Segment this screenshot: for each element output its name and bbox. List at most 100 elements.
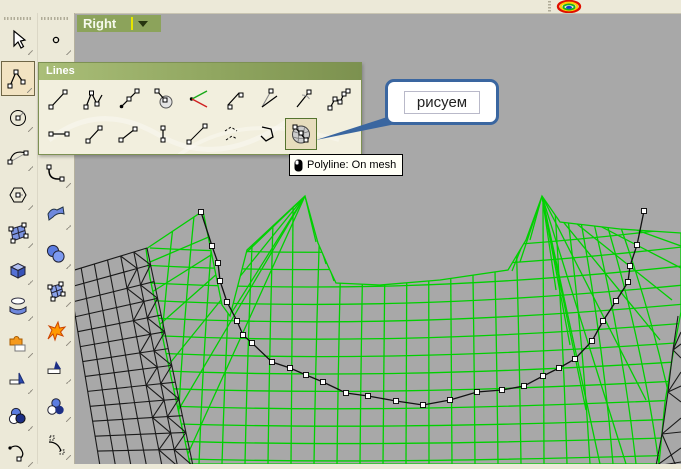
tool-button-circles-layers[interactable] — [1, 398, 35, 433]
lines-tool-line-diag-a[interactable] — [78, 118, 110, 150]
viewport-tab-label: Right — [83, 16, 117, 31]
tool-button-fillet-corner[interactable] — [39, 155, 73, 190]
tool-button-puzzle-plugin[interactable] — [1, 325, 35, 360]
lines-tool-line-angle-arc[interactable] — [288, 83, 320, 115]
surface-blend-icon — [47, 205, 65, 221]
chevron-down-icon[interactable] — [138, 20, 148, 27]
tool-button-polygon-hex[interactable] — [1, 177, 35, 212]
flyout-mark — [28, 316, 33, 321]
tool-button-surface-grid[interactable] — [1, 215, 35, 250]
lines-tool-line-2pt[interactable] — [43, 83, 75, 115]
line-midpoint-icon — [119, 88, 140, 109]
polyline-multi-icon — [327, 88, 351, 111]
flyout-mark — [28, 389, 33, 394]
tooltip-polyline-on-mesh: Polyline: On mesh — [289, 154, 404, 176]
lines-tool-polyline-multi[interactable] — [323, 83, 355, 115]
analysis-rainbow-icon[interactable] — [553, 0, 586, 14]
tool-button-select-arrow[interactable] — [1, 22, 35, 57]
lines-tool-line-sphere[interactable] — [148, 83, 180, 115]
surface-grid-icon — [8, 222, 29, 243]
flyout-mark — [28, 50, 33, 55]
tool-button-point-tool[interactable] — [39, 22, 73, 57]
tooltip-text: Polyline: On mesh — [307, 159, 397, 171]
tool-button-arc-rebuild[interactable] — [39, 427, 73, 462]
flyout-mark — [27, 88, 32, 93]
tab-separator — [131, 17, 133, 30]
lines-tool-line-diag-long[interactable] — [181, 118, 213, 150]
callout-bubble: рисуем — [385, 79, 499, 125]
circle-center-icon — [10, 109, 26, 126]
line-angle-fan-icon — [261, 88, 278, 108]
circles-overlap-icon — [47, 397, 64, 415]
cylinder-surface-icon — [9, 297, 27, 315]
lines-tool-line-diag-b[interactable] — [112, 118, 144, 150]
line-angle-arc-icon — [296, 89, 312, 108]
tool-button-polyline-draw[interactable] — [1, 61, 35, 96]
flyout-mark — [28, 205, 33, 210]
circles-layers-icon — [8, 407, 26, 424]
lines-tool-polygon-open[interactable] — [250, 118, 282, 150]
arc-rebuild-icon — [48, 435, 65, 454]
toolbar-grip[interactable] — [548, 1, 551, 12]
flyout-mark — [28, 127, 33, 132]
toolbar-grip[interactable] — [41, 17, 69, 20]
lines-toolbar-palette[interactable]: Lines — [38, 62, 362, 155]
puzzle-plugin-icon — [9, 335, 26, 351]
lines-tool-polyline-angle[interactable] — [78, 83, 110, 115]
lines-tool-line-bisector[interactable] — [183, 83, 215, 115]
tool-button-surface-skew[interactable] — [39, 274, 73, 309]
top-toolbar-strip — [0, 0, 681, 14]
line-diag-long-icon — [186, 123, 208, 145]
line-bisector-icon — [189, 90, 208, 108]
flyout-mark — [28, 462, 33, 467]
tool-button-surface-blend[interactable] — [39, 197, 73, 232]
line-diag-a-icon — [85, 125, 102, 144]
polyline-on-mesh-icon — [291, 124, 310, 144]
line-offset-icon — [227, 92, 244, 110]
toolbar-grip[interactable] — [4, 17, 32, 20]
flyout-mark — [28, 426, 33, 431]
tool-button-circle-center[interactable] — [1, 99, 35, 134]
tool-button-explode-burst[interactable] — [39, 313, 73, 348]
tool-button-spheres-two[interactable] — [39, 236, 73, 271]
line-diag-b-icon — [118, 126, 138, 143]
fillet-corner-icon — [46, 164, 65, 181]
box-solid-icon — [9, 262, 27, 279]
flyout-mark — [28, 243, 33, 248]
lines-tool-line-vertical[interactable] — [147, 118, 179, 150]
spheres-two-icon — [46, 244, 65, 263]
flyout-mark — [66, 379, 71, 384]
lines-tool-line-midpoint[interactable] — [113, 83, 145, 115]
surface-skew-icon — [47, 281, 66, 301]
trim-wedge-icon — [47, 360, 61, 374]
flyout-mark — [66, 302, 71, 307]
polyline-angle-icon — [83, 90, 103, 110]
tool-button-flag-direction[interactable] — [1, 361, 35, 396]
flyout-mark — [66, 264, 71, 269]
tool-button-arc-3pt[interactable] — [1, 138, 35, 173]
lines-tool-line-offset[interactable] — [218, 83, 250, 115]
lines-tool-polyline-dashed[interactable] — [216, 118, 248, 150]
lines-tool-line-horizontal[interactable] — [43, 118, 75, 150]
lines-tool-polyline-on-mesh[interactable] — [284, 118, 317, 150]
flyout-mark — [66, 341, 71, 346]
arc-3pt-icon — [7, 150, 29, 164]
lines-tool-line-angle-fan[interactable] — [253, 83, 285, 115]
tool-button-cylinder-surface[interactable] — [1, 288, 35, 323]
polyline-dashed-icon — [224, 126, 237, 141]
curve-handle-icon — [8, 444, 24, 461]
flyout-mark — [28, 353, 33, 358]
polygon-hex-icon — [9, 187, 27, 202]
lines-palette-title[interactable]: Lines — [39, 63, 361, 80]
callout-text: рисуем — [403, 90, 481, 114]
flyout-mark — [66, 50, 71, 55]
flyout-mark — [66, 183, 71, 188]
viewport-tab-right[interactable]: Right — [77, 15, 161, 32]
tool-button-circles-overlap[interactable] — [39, 389, 73, 424]
line-horizontal-icon — [48, 131, 70, 137]
tool-button-box-solid[interactable] — [1, 252, 35, 287]
explode-burst-icon — [47, 320, 67, 342]
tool-button-trim-wedge[interactable] — [39, 351, 73, 386]
flag-direction-icon — [9, 372, 25, 384]
flyout-mark — [66, 455, 71, 460]
